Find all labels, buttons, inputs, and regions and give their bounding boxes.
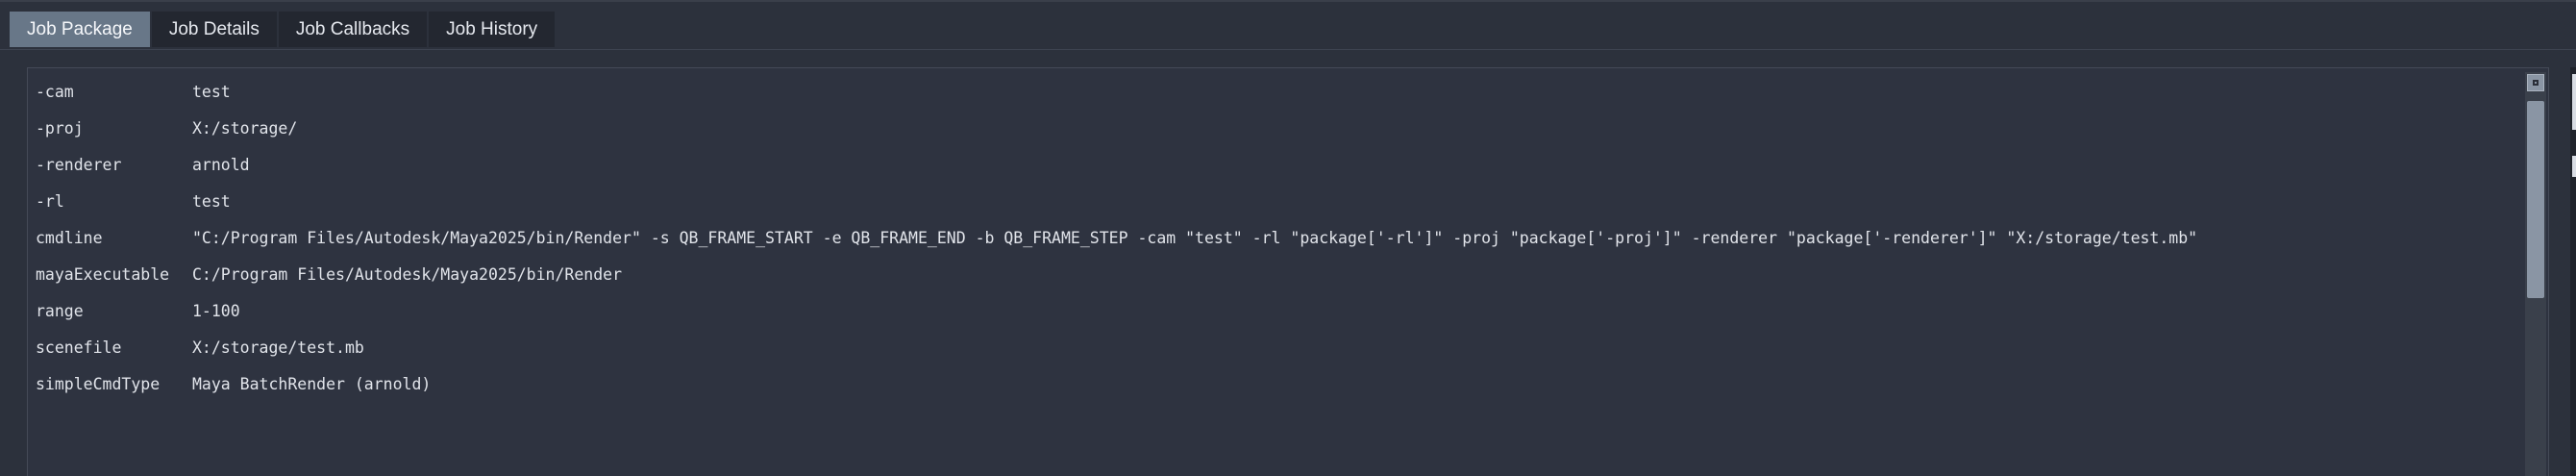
package-value: test [192,83,231,101]
package-value: test [192,192,231,211]
tab-job-history[interactable]: Job History [429,12,556,47]
tab-bar: Job Package Job Details Job Callbacks Jo… [10,12,556,47]
tab-job-package[interactable]: Job Package [10,12,150,47]
package-row-simple-cmd-type[interactable]: simpleCmdType Maya BatchRender (arnold) [36,366,2510,403]
scroll-thumb[interactable] [2527,101,2544,298]
splitter-handle[interactable] [2572,74,2576,130]
package-row-proj[interactable]: -proj X:/storage/ [36,111,2510,147]
package-key: mayaExecutable [36,265,170,284]
package-key: -proj [36,119,84,138]
package-row-renderer[interactable]: -renderer arnold [36,147,2510,184]
package-value: X:/storage/ [192,119,298,138]
splitter-handle-secondary[interactable] [2572,156,2576,177]
square-icon [2533,80,2539,86]
package-key: -renderer [36,156,122,174]
tab-job-callbacks[interactable]: Job Callbacks [278,12,428,47]
package-value: 1-100 [192,302,240,320]
package-key: cmdline [36,229,103,247]
package-key: simpleCmdType [36,375,161,393]
package-row-maya-executable[interactable]: mayaExecutable C:/Program Files/Autodesk… [36,257,2510,293]
package-row-range[interactable]: range 1-100 [36,293,2510,330]
package-row-cam[interactable]: -cam test [36,74,2510,111]
tab-job-details[interactable]: Job Details [151,12,277,47]
vertical-scrollbar[interactable] [2525,72,2546,476]
job-package-window: Job Package Job Details Job Callbacks Jo… [0,0,2576,476]
package-value: Maya BatchRender (arnold) [192,375,432,393]
package-key: scenefile [36,338,122,357]
package-row-scenefile[interactable]: scenefile X:/storage/test.mb [36,330,2510,366]
package-key: -cam [36,83,74,101]
package-key: -rl [36,192,64,211]
package-key: range [36,302,84,320]
package-value: C:/Program Files/Autodesk/Maya2025/bin/R… [192,265,623,284]
package-value: "C:/Program Files/Autodesk/Maya2025/bin/… [192,229,2198,247]
package-row-cmdline[interactable]: cmdline "C:/Program Files/Autodesk/Maya2… [36,220,2510,257]
package-list: -cam test -proj X:/storage/ -renderer ar… [36,74,2510,403]
package-row-rl[interactable]: -rl test [36,184,2510,220]
package-value: arnold [192,156,250,174]
scroll-up-button[interactable] [2527,74,2544,91]
tab-divider [0,49,2576,50]
package-panel[interactable]: -cam test -proj X:/storage/ -renderer ar… [27,67,2549,476]
package-value: X:/storage/test.mb [192,338,364,357]
